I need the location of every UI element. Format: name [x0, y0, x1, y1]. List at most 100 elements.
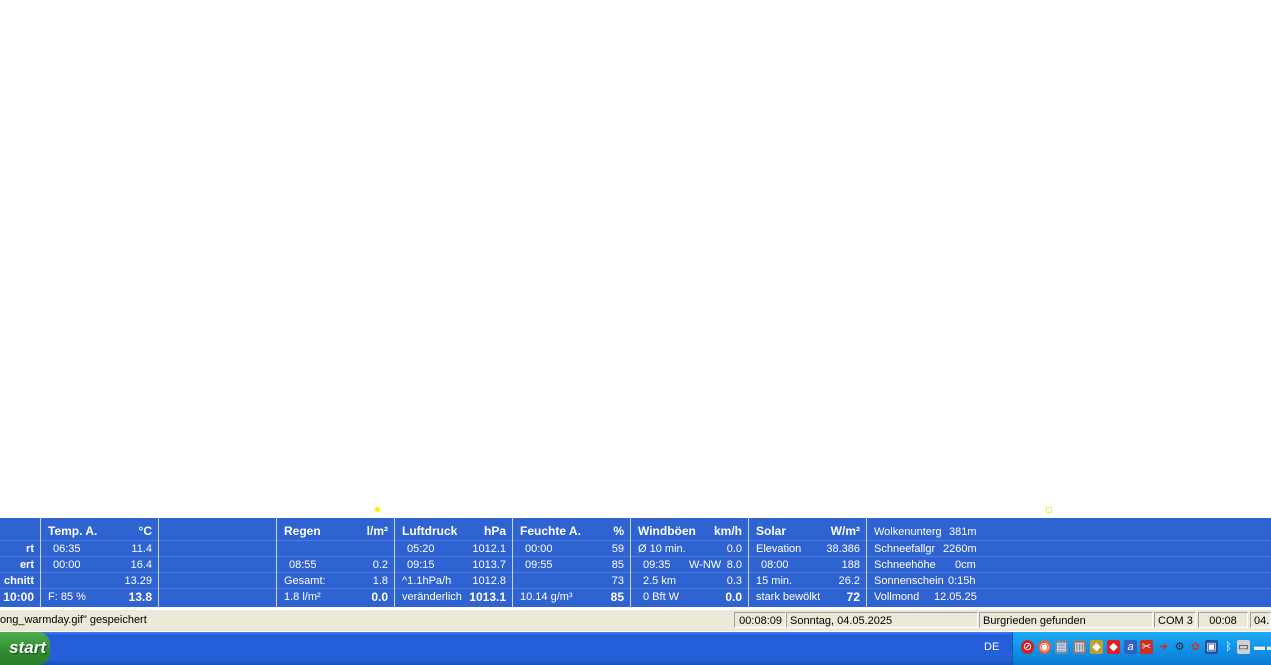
status-time: 00:08	[1198, 612, 1248, 628]
humidity-max-time: 09:55	[525, 559, 553, 571]
wind-distance: 2.5 km	[643, 575, 677, 587]
stop-icon[interactable]: ⊘	[1021, 640, 1034, 654]
disc-icon[interactable]: ◉	[1038, 640, 1051, 654]
solar-header-label: Solar	[756, 524, 787, 538]
partial-row-1: rt	[26, 543, 34, 555]
solar-elevation-label: Elevation	[756, 543, 802, 555]
snow-depth-value: 0cm	[955, 559, 976, 571]
humidity-header-label: Feuchte A.	[520, 524, 581, 538]
pressure-header-label: Luftdruck	[402, 524, 458, 538]
pressure-trend: ^1.1hPa/h	[402, 575, 452, 587]
pin-icon[interactable]: ✿	[1189, 640, 1202, 654]
rain-header-unit: l/m²	[366, 524, 388, 538]
solar-15min-value: 26.2	[838, 575, 860, 587]
temp-header-label: Temp. A.	[48, 524, 98, 538]
solar-max-time: 08:00	[761, 559, 789, 571]
pressure-header-unit: hPa	[483, 524, 506, 538]
empty-column	[159, 518, 277, 607]
humidity-max-value: 85	[611, 559, 624, 571]
wind-avg-label: Ø 10 min.	[638, 543, 686, 555]
status-partial: 04.	[1250, 612, 1271, 628]
temperature-column: Temp. A. °C 06:35 11.4 00:00 16.4 13.29 F: …	[41, 518, 159, 607]
rain-current-value: 0.0	[371, 590, 388, 604]
solar-header-unit: W/m²	[830, 524, 860, 538]
status-elapsed: 00:08:09	[734, 612, 786, 628]
security-icon[interactable]: ▣	[1205, 640, 1218, 654]
solar-max-value: 188	[841, 559, 860, 571]
humidity-avg-value: 73	[611, 575, 624, 587]
humidity-absolute: 10.14 g/m³	[520, 591, 573, 603]
gear-icon[interactable]: ⚙	[1173, 640, 1186, 654]
solar-column: Solar W/m² Elevation 38.386 08:00 188 15 mi…	[749, 518, 867, 607]
humidity-min-time: 00:00	[525, 543, 553, 555]
tool-icon[interactable]: ✂	[1140, 640, 1153, 654]
pressure-avg-value: 1012.8	[472, 575, 506, 587]
status-date: Sonntag, 04.05.2025	[786, 612, 978, 628]
status-message: ong_warmday.gif" gespeichert	[0, 614, 147, 626]
cloud-base-label: Wolkenunterg	[874, 526, 942, 538]
pressure-min-value: 1012.1	[472, 543, 506, 555]
wind-direction: W-NW	[689, 559, 722, 571]
window-icon[interactable]: ▭	[1237, 640, 1250, 654]
pressure-min-time: 05:20	[407, 543, 435, 555]
snowline-value: 2260m	[943, 543, 977, 555]
partial-row-4: 10:00	[3, 590, 34, 604]
pressure-column: Luftdruck hPa 05:20 1012.1 09:15 1013.7 ^1.…	[395, 518, 513, 607]
rain-total-amount: 1.8 l/m²	[284, 591, 321, 603]
monitor-partial-icon[interactable]: ▬	[1267, 640, 1271, 654]
weather-panel: rt ert chnitt 10:00 Temp. A. °C 06:35 11.4…	[0, 518, 1271, 607]
rain-last-time: 08:55	[289, 559, 317, 571]
temp-humidity: F: 85 %	[48, 591, 86, 603]
wind-beaufort: 0 Bft W	[643, 591, 680, 603]
system-tray: ⊘ ◉ ▤ ▥ ◆ ◆ a ✂ ➜ ⚙ ✿ ▣ ᛒ ▭ ▬ ▬	[1012, 632, 1271, 665]
temp-min-value: 11.4	[131, 543, 152, 555]
rain-last-value: 0.2	[372, 559, 388, 571]
temp-avg-value: 13.29	[124, 575, 152, 587]
temp-max-time: 00:00	[53, 559, 81, 571]
printer-icon[interactable]: ▥	[1073, 640, 1086, 654]
rain-column: Regen l/m² 08:55 0.2 Gesamt: 1.8 1.8 l/m² 0.…	[277, 518, 395, 607]
shield-icon[interactable]: ◆	[1090, 640, 1103, 654]
status-location: Burgrieden gefunden	[979, 612, 1153, 628]
humidity-min-value: 59	[611, 543, 624, 555]
wind-current-value: 0.0	[725, 590, 742, 604]
language-indicator[interactable]: DE	[984, 641, 999, 653]
sunshine-value: 0:15h	[948, 575, 976, 587]
bluetooth-icon[interactable]: ᛒ	[1222, 640, 1235, 654]
pressure-current-value: 1013.1	[469, 590, 506, 604]
start-button[interactable]: start	[0, 632, 50, 665]
monitor-icon[interactable]: ▬	[1253, 640, 1266, 654]
red-arrow-icon[interactable]: ➜	[1157, 640, 1170, 654]
solar-15min-label: 15 min.	[756, 575, 793, 587]
rain-total-value: 1.8	[372, 575, 388, 587]
info-column: Wolkenunterg 381m Schneefallgr 2260m Schne…	[867, 518, 1271, 607]
partial-column: rt ert chnitt 10:00	[0, 518, 41, 607]
snow-depth-label: Schneehöhe	[874, 559, 936, 571]
network-icon[interactable]: ▤	[1055, 640, 1068, 654]
partial-row-2: ert	[19, 559, 34, 571]
wind-header-label: Windböen	[638, 524, 696, 538]
cloud-base-value: 381m	[949, 526, 977, 538]
pressure-forecast: veränderlich	[402, 591, 462, 603]
wind-avg-value: 0.0	[726, 543, 742, 555]
moon-phase-date: 12.05.25	[934, 591, 977, 603]
sun-marker-dot	[375, 507, 380, 512]
moon-marker-dot	[1046, 507, 1052, 513]
solar-current-value: 72	[846, 590, 860, 604]
humidity-column: Feuchte A.% 00:00 59 09:55 85 73 10.14 g/m…	[513, 518, 631, 607]
wind-max-value: 8.0	[726, 559, 742, 571]
solar-elevation-value: 38.386	[826, 543, 860, 555]
wind-header-unit: km/h	[713, 524, 742, 538]
moon-phase-label: Vollmond	[874, 591, 920, 603]
red-app-icon[interactable]: ◆	[1107, 640, 1120, 654]
wind-run-value: 0.3	[726, 575, 742, 587]
temp-current-value: 13.8	[128, 590, 152, 604]
temp-header-unit: °C	[138, 524, 152, 538]
solar-sky-condition: stark bewölkt	[756, 591, 821, 603]
wind-column: Windböen km/h Ø 10 min. 0.0 09:35 W-NW 8.0 2…	[631, 518, 749, 607]
a-icon[interactable]: a	[1124, 640, 1137, 654]
pressure-max-value: 1013.7	[472, 559, 506, 571]
snowline-label: Schneefallgr	[874, 543, 936, 555]
status-bar: ong_warmday.gif" gespeichert 00:08:09 So…	[0, 610, 1271, 631]
partial-row-3: chnitt	[4, 575, 34, 587]
